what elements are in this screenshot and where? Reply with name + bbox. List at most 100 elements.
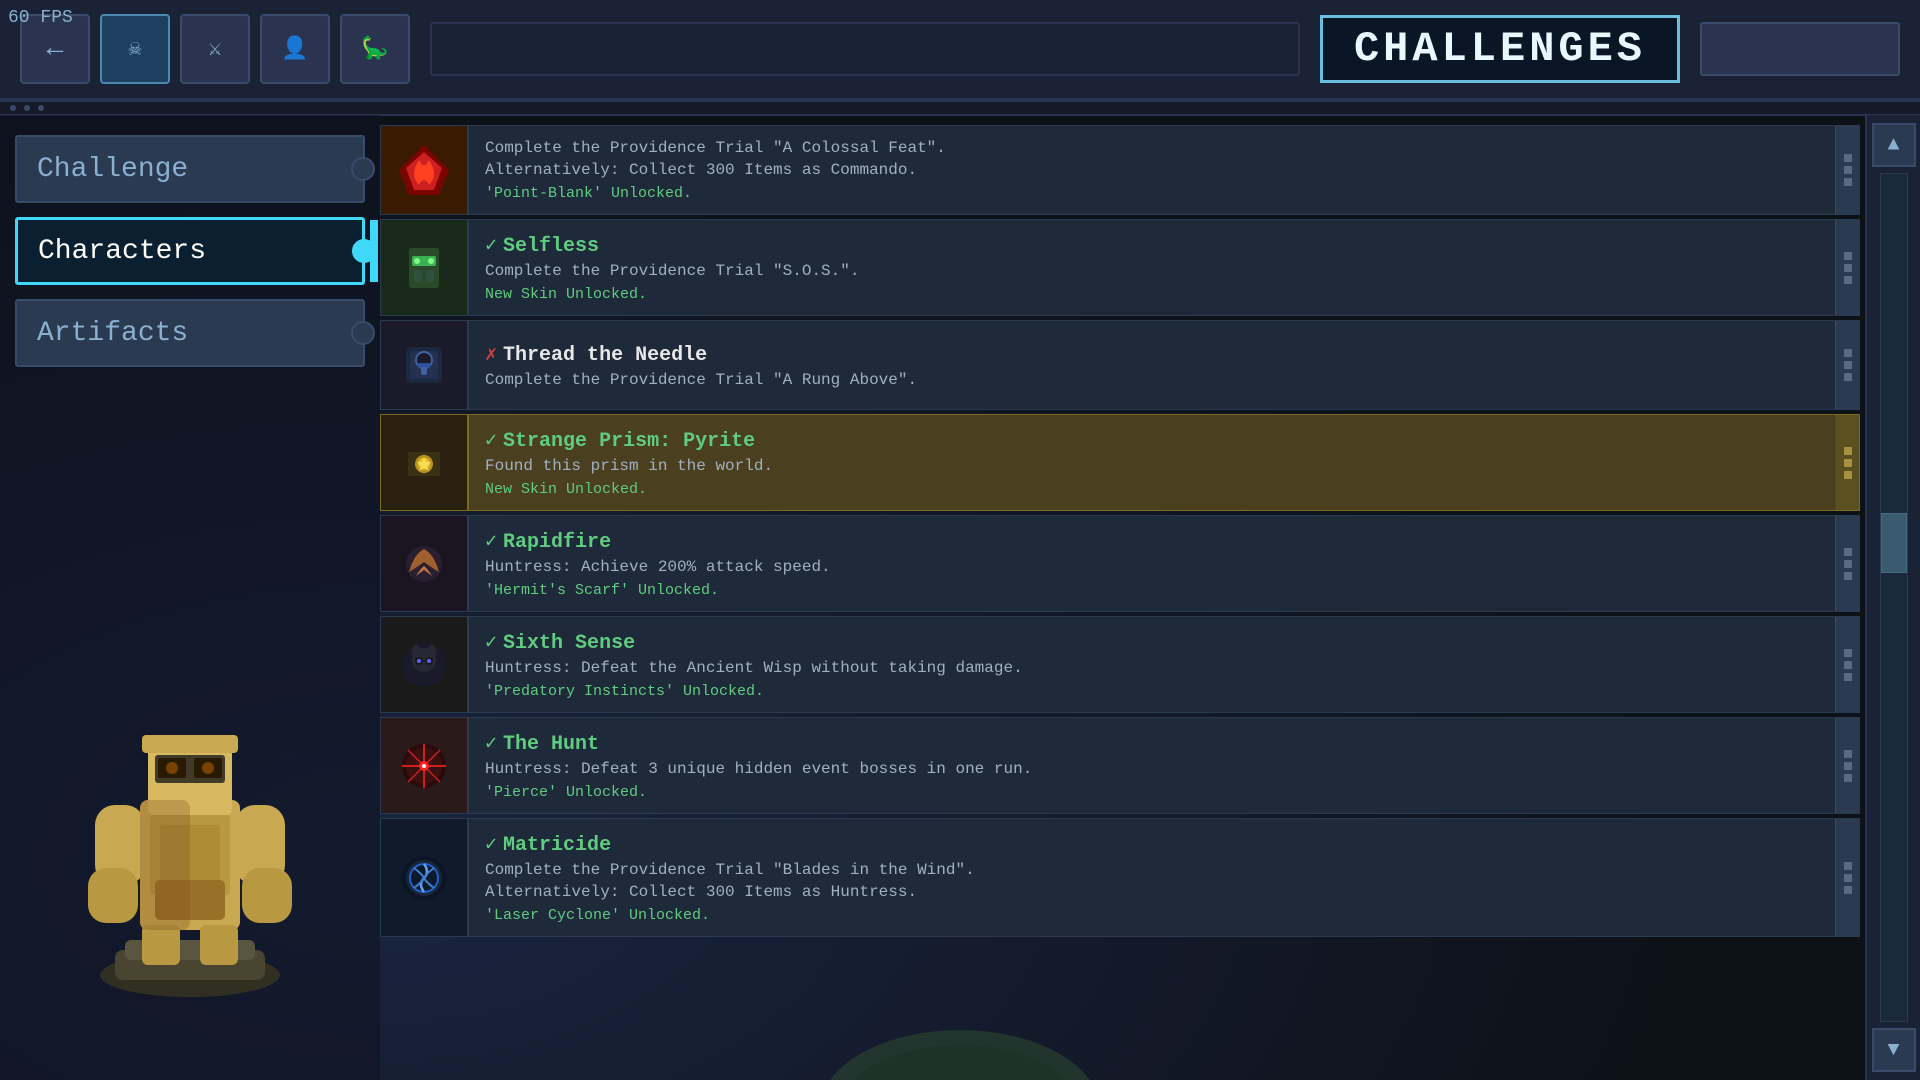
tab-icon-skull[interactable]: ☠ bbox=[100, 14, 170, 84]
challenge-row[interactable]: ✗Thread the Needle Complete the Providen… bbox=[380, 320, 1860, 410]
challenge-name: ✓Sixth Sense bbox=[485, 629, 1819, 655]
side-dot bbox=[1844, 560, 1852, 568]
tab-icon-sword[interactable]: ⚔ bbox=[180, 14, 250, 84]
challenge-desc: Huntress: Defeat the Ancient Wisp withou… bbox=[485, 659, 1819, 677]
side-dot bbox=[1844, 471, 1852, 479]
nav-challenge-dot bbox=[351, 157, 375, 181]
challenge-name: ✗Thread the Needle bbox=[485, 341, 1819, 367]
challenge-name: ✓Selfless bbox=[485, 232, 1819, 258]
challenge-info: ✓Sixth Sense Huntress: Defeat the Ancien… bbox=[469, 617, 1835, 712]
challenge-reward: New Skin Unlocked. bbox=[485, 481, 1819, 498]
challenge-row[interactable]: ✓Selfless Complete the Providence Trial … bbox=[380, 219, 1860, 316]
challenges-title: CHALLENGES bbox=[1354, 25, 1646, 73]
fps-counter: 60 FPS bbox=[8, 8, 73, 28]
nav-artifacts-dot bbox=[351, 321, 375, 345]
side-dot bbox=[1844, 572, 1852, 580]
challenge-icon bbox=[381, 516, 469, 611]
challenges-list[interactable]: Complete the Providence Trial "A Colossa… bbox=[380, 115, 1860, 1080]
side-dot bbox=[1844, 264, 1852, 272]
side-dot bbox=[1844, 762, 1852, 770]
search-bar[interactable] bbox=[430, 22, 1300, 76]
challenge-side-bar bbox=[1835, 415, 1859, 510]
side-dot bbox=[1844, 154, 1852, 162]
challenge-name: ✓Matricide bbox=[485, 831, 1819, 857]
side-dot bbox=[1844, 349, 1852, 357]
side-dot bbox=[1844, 166, 1852, 174]
challenge-side-bar bbox=[1835, 220, 1859, 315]
challenge-name: ✓The Hunt bbox=[485, 730, 1819, 756]
challenge-desc: Complete the Providence Trial "S.O.S.". bbox=[485, 262, 1819, 280]
challenge-info: ✓Matricide Complete the Providence Trial… bbox=[469, 819, 1835, 936]
challenge-side-bar bbox=[1835, 126, 1859, 214]
side-dot bbox=[1844, 886, 1852, 894]
challenge-info: ✓The Hunt Huntress: Defeat 3 unique hidd… bbox=[469, 718, 1835, 813]
side-dot bbox=[1844, 874, 1852, 882]
challenge-reward: 'Pierce' Unlocked. bbox=[485, 784, 1819, 801]
challenge-name: ✓Rapidfire bbox=[485, 528, 1819, 554]
bottom-planet bbox=[810, 1020, 1110, 1080]
character-svg bbox=[60, 620, 320, 1000]
nav-characters[interactable]: Characters bbox=[15, 217, 365, 285]
left-panel: Challenge Characters Artifacts bbox=[0, 115, 380, 1080]
challenge-side-bar bbox=[1835, 617, 1859, 712]
side-dot bbox=[1844, 673, 1852, 681]
side-dot bbox=[1844, 373, 1852, 381]
challenge-row[interactable]: ✓Sixth Sense Huntress: Defeat the Ancien… bbox=[380, 616, 1860, 713]
nav-characters-dot bbox=[352, 239, 376, 263]
side-dot bbox=[1844, 178, 1852, 186]
tab-icon-person[interactable]: 👤 bbox=[260, 14, 330, 84]
challenge-info: ✓Selfless Complete the Providence Trial … bbox=[469, 220, 1835, 315]
challenge-desc: Complete the Providence Trial "Blades in… bbox=[485, 861, 1819, 879]
top-separator bbox=[0, 100, 1920, 116]
challenge-side-bar bbox=[1835, 819, 1859, 936]
challenge-icon bbox=[381, 819, 469, 936]
challenge-desc-alt: Alternatively: Collect 300 Items as Comm… bbox=[485, 161, 1819, 179]
challenge-reward: New Skin Unlocked. bbox=[485, 286, 1819, 303]
challenge-name: ✓Strange Prism: Pyrite bbox=[485, 427, 1819, 453]
side-dot bbox=[1844, 361, 1852, 369]
challenge-desc: Complete the Providence Trial "A Colossa… bbox=[485, 139, 1819, 157]
challenge-reward: 'Laser Cyclone' Unlocked. bbox=[485, 907, 1819, 924]
challenge-row[interactable]: ✓Strange Prism: Pyrite Found this prism … bbox=[380, 414, 1860, 511]
challenge-info: ✓Strange Prism: Pyrite Found this prism … bbox=[469, 415, 1835, 510]
scroll-up-button[interactable]: ▲ bbox=[1872, 123, 1916, 167]
challenge-icon bbox=[381, 718, 469, 813]
challenge-side-bar bbox=[1835, 718, 1859, 813]
scrollbar: ▲ ▼ bbox=[1865, 115, 1920, 1080]
side-dot bbox=[1844, 661, 1852, 669]
side-dot bbox=[1844, 252, 1852, 260]
challenge-row[interactable]: ✓Rapidfire Huntress: Achieve 200% attack… bbox=[380, 515, 1860, 612]
challenge-reward: 'Predatory Instincts' Unlocked. bbox=[485, 683, 1819, 700]
challenge-icon bbox=[381, 617, 469, 712]
challenge-reward: 'Point-Blank' Unlocked. bbox=[485, 185, 1819, 202]
side-dot bbox=[1844, 459, 1852, 467]
challenge-desc: Complete the Providence Trial "A Rung Ab… bbox=[485, 371, 1819, 389]
challenge-row[interactable]: Complete the Providence Trial "A Colossa… bbox=[380, 125, 1860, 215]
challenge-info: ✗Thread the Needle Complete the Providen… bbox=[469, 321, 1835, 409]
challenge-desc: Huntress: Achieve 200% attack speed. bbox=[485, 558, 1819, 576]
side-dot bbox=[1844, 276, 1852, 284]
side-dot bbox=[1844, 447, 1852, 455]
scroll-bar-area[interactable] bbox=[1880, 173, 1908, 1022]
nav-challenge[interactable]: Challenge bbox=[15, 135, 365, 203]
challenge-icon bbox=[381, 126, 469, 214]
side-dot bbox=[1844, 774, 1852, 782]
scroll-down-button[interactable]: ▼ bbox=[1872, 1028, 1916, 1072]
challenge-info: ✓Rapidfire Huntress: Achieve 200% attack… bbox=[469, 516, 1835, 611]
side-dot bbox=[1844, 750, 1852, 758]
challenge-row[interactable]: ✓Matricide Complete the Providence Trial… bbox=[380, 818, 1860, 937]
character-display bbox=[20, 580, 360, 1000]
nav-artifacts[interactable]: Artifacts bbox=[15, 299, 365, 367]
top-right-controls bbox=[1700, 22, 1900, 76]
challenge-row[interactable]: ✓The Hunt Huntress: Defeat 3 unique hidd… bbox=[380, 717, 1860, 814]
top-bar: ← ☠ ⚔ 👤 🦕 CHALLENGES bbox=[0, 0, 1920, 100]
side-dot bbox=[1844, 548, 1852, 556]
side-dot bbox=[1844, 862, 1852, 870]
challenge-icon bbox=[381, 415, 469, 510]
scroll-thumb bbox=[1881, 513, 1907, 573]
challenge-side-bar bbox=[1835, 321, 1859, 409]
challenge-desc: Huntress: Defeat 3 unique hidden event b… bbox=[485, 760, 1819, 778]
challenge-side-bar bbox=[1835, 516, 1859, 611]
challenge-info: Complete the Providence Trial "A Colossa… bbox=[469, 126, 1835, 214]
tab-icon-creature[interactable]: 🦕 bbox=[340, 14, 410, 84]
